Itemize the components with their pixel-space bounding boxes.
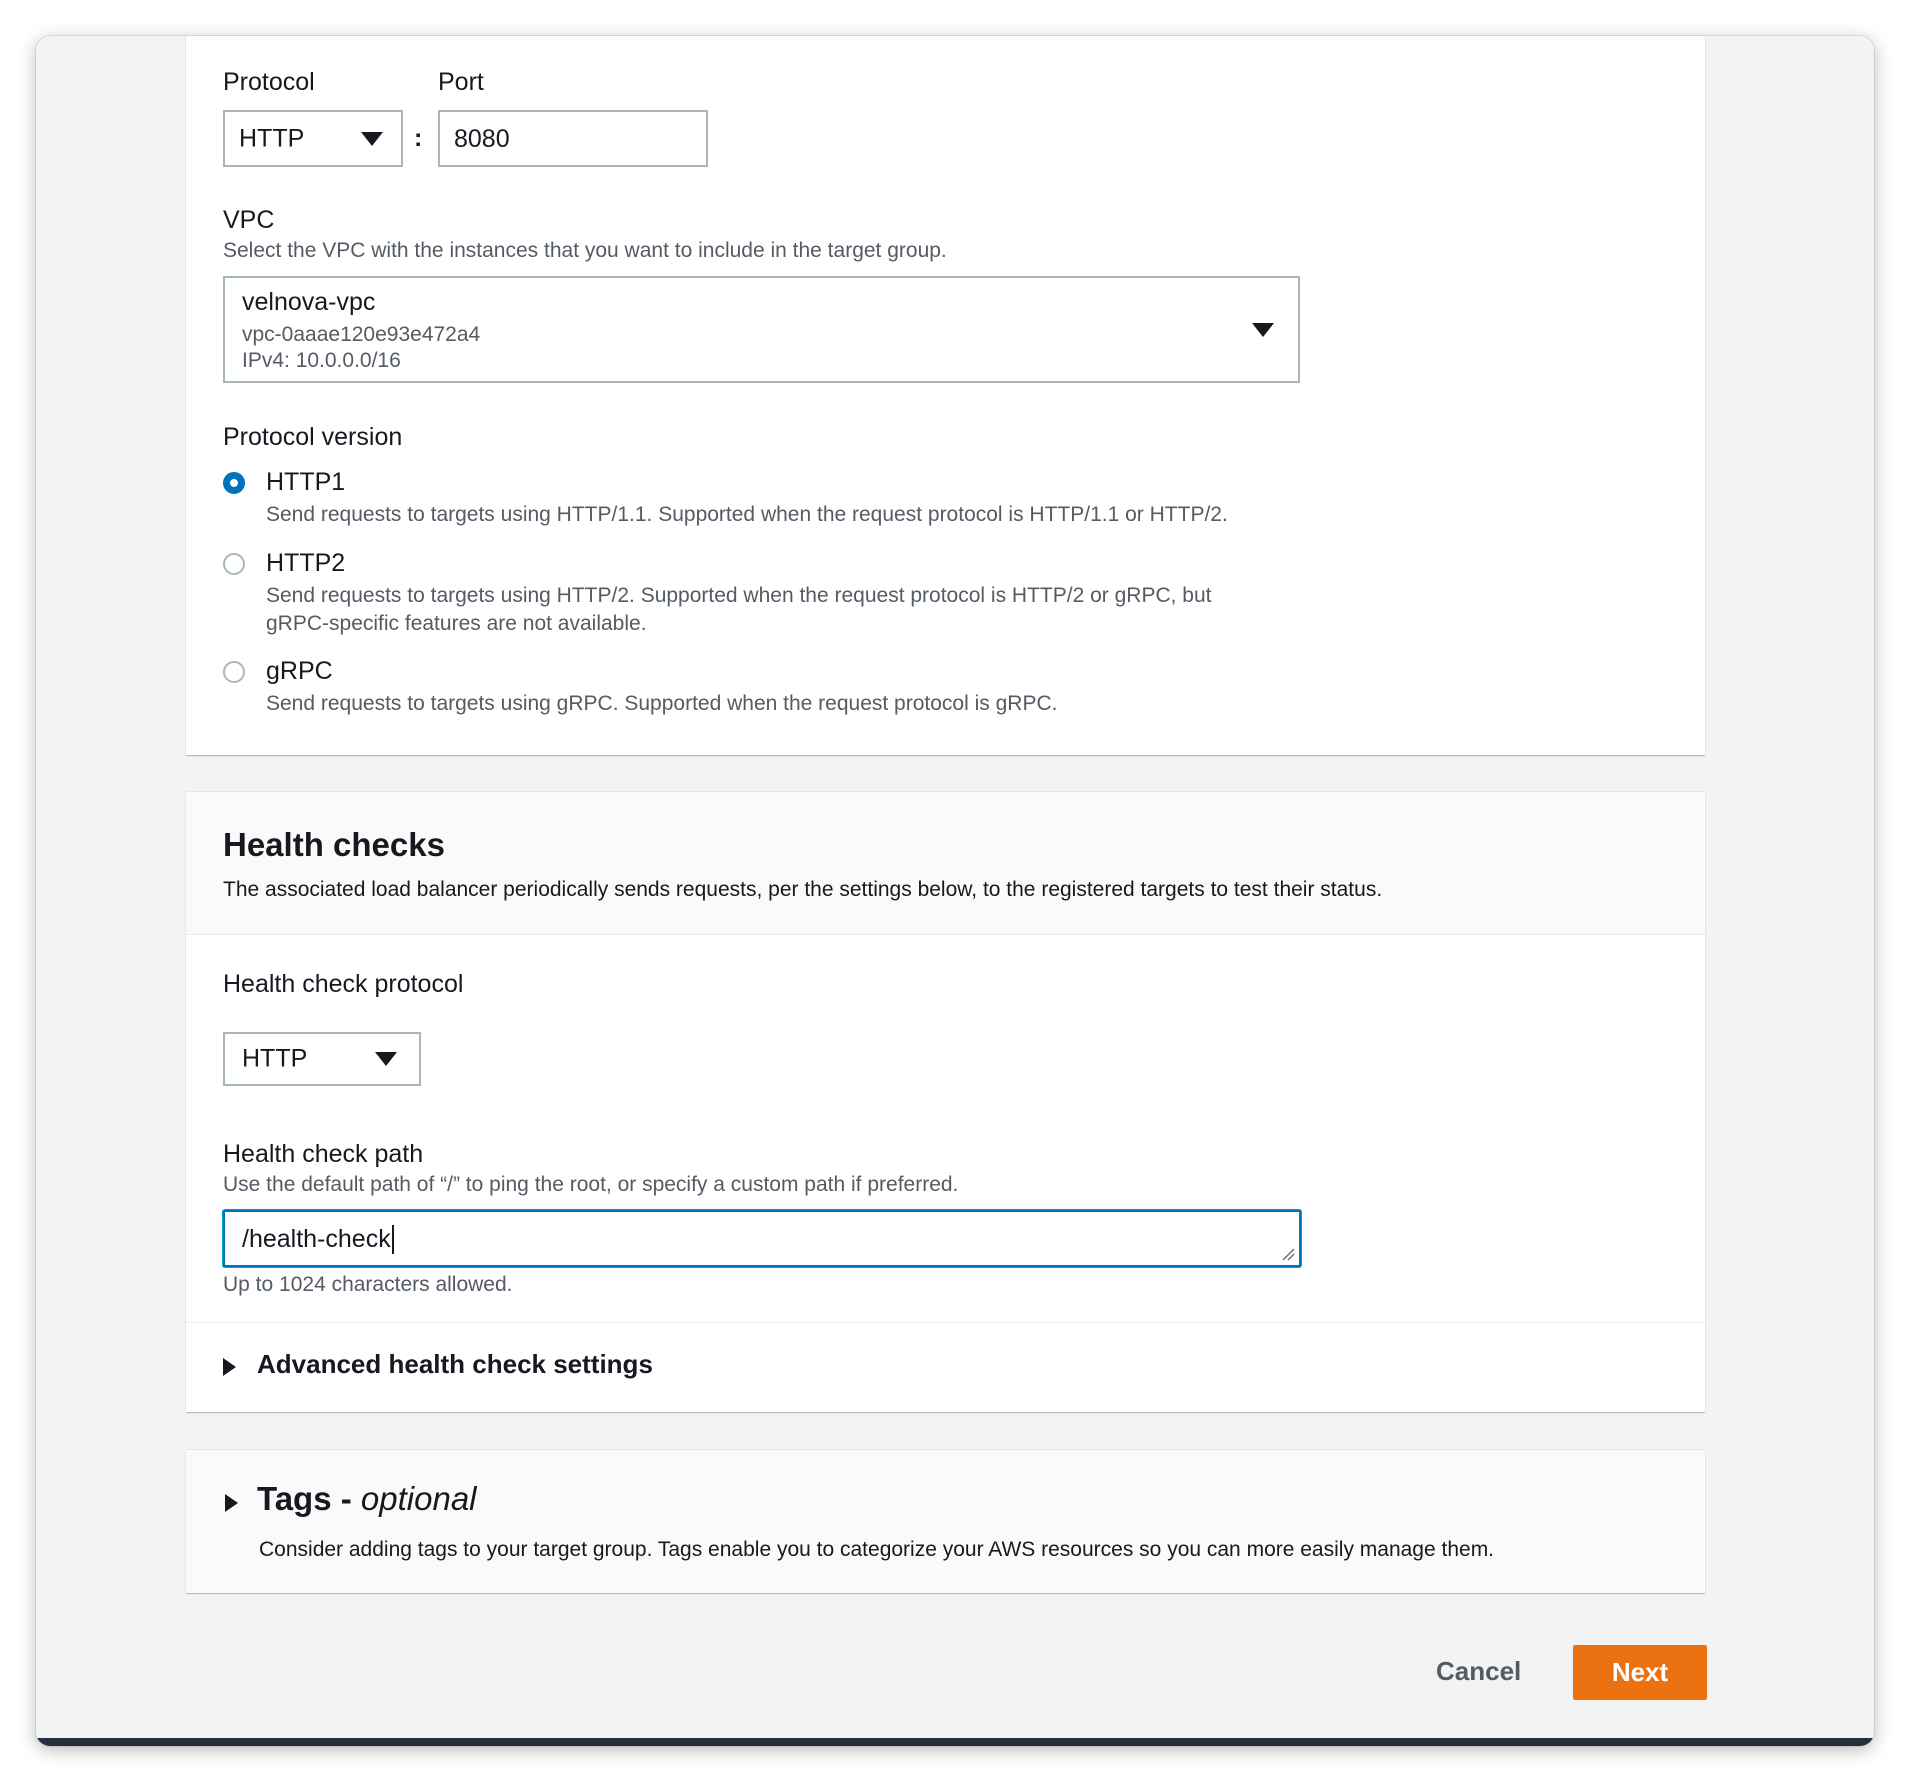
radio-grpc-description: Send requests to targets using gRPC. Sup… — [266, 692, 1058, 715]
port-label: Port — [438, 68, 484, 96]
tags-description: Consider adding tags to your target grou… — [259, 1538, 1495, 1561]
health-check-path-description: Use the default path of “/” to ping the … — [223, 1173, 959, 1196]
protocol-select-value: HTTP — [239, 124, 305, 152]
tags-title-text: Tags — [257, 1480, 332, 1517]
port-separator: : — [414, 124, 423, 152]
protocol-select[interactable]: HTTP — [223, 110, 403, 167]
vpc-select[interactable]: velnova-vpc vpc-0aaae120e93e472a4 IPv4: … — [223, 276, 1300, 383]
health-check-path-label: Health check path — [223, 1140, 424, 1168]
health-checks-header: Health checks The associated load balanc… — [186, 792, 1705, 935]
advanced-health-check-toggle[interactable]: Advanced health check settings — [223, 1347, 683, 1387]
divider — [186, 1322, 1705, 1323]
health-checks-panel: Health checks The associated load balanc… — [186, 792, 1705, 1412]
protocol-version-label: Protocol version — [223, 423, 403, 451]
tags-panel: Tags - optional Consider adding tags to … — [186, 1450, 1705, 1593]
tags-optional-label: optional — [360, 1480, 477, 1517]
radio-http1-description: Send requests to targets using HTTP/1.1.… — [266, 503, 1228, 526]
vpc-id: vpc-0aaae120e93e472a4 — [242, 323, 481, 346]
tags-title-separator: - — [331, 1480, 361, 1517]
cancel-button[interactable]: Cancel — [1436, 1656, 1521, 1687]
health-checks-title: Health checks — [223, 826, 445, 863]
chevron-down-icon — [375, 1052, 397, 1066]
caret-right-icon — [225, 1494, 238, 1512]
health-check-protocol-select[interactable]: HTTP — [223, 1032, 421, 1086]
health-check-path-constraint: Up to 1024 characters allowed. — [223, 1273, 513, 1296]
target-settings-panel: Protocol Port HTTP : 8080 VPC Select the… — [186, 36, 1705, 755]
chevron-down-icon — [1252, 322, 1274, 337]
radio-http1[interactable] — [223, 472, 245, 494]
next-button[interactable]: Next — [1573, 1645, 1707, 1700]
health-check-protocol-label: Health check protocol — [223, 970, 464, 998]
health-check-path-value: /health-check — [242, 1225, 394, 1254]
caret-right-icon — [223, 1358, 236, 1376]
port-input[interactable]: 8080 — [438, 110, 708, 167]
radio-grpc-label[interactable]: gRPC — [266, 657, 333, 686]
resize-handle-icon[interactable] — [1281, 1247, 1295, 1261]
radio-http1-label[interactable]: HTTP1 — [266, 468, 345, 497]
radio-http2-description: Send requests to targets using HTTP/2. S… — [266, 584, 1212, 607]
chevron-down-icon — [361, 131, 383, 146]
vpc-cidr: IPv4: 10.0.0.0/16 — [242, 349, 401, 372]
tags-title: Tags - optional — [257, 1480, 477, 1518]
health-checks-description: The associated load balancer periodicall… — [223, 878, 1383, 901]
vpc-description: Select the VPC with the instances that y… — [223, 239, 947, 262]
radio-grpc[interactable] — [223, 661, 245, 683]
window-bottom-bar — [36, 1738, 1874, 1746]
port-input-value: 8080 — [454, 125, 510, 153]
health-check-protocol-value: HTTP — [242, 1044, 308, 1073]
vpc-name: velnova-vpc — [242, 288, 376, 316]
radio-http2-label[interactable]: HTTP2 — [266, 549, 345, 578]
radio-http2[interactable] — [223, 553, 245, 575]
tags-toggle[interactable]: Tags - optional — [223, 1480, 523, 1526]
advanced-health-check-label: Advanced health check settings — [257, 1349, 653, 1379]
radio-http2-description-line2: gRPC-specific features are not available… — [266, 612, 647, 635]
protocol-label: Protocol — [223, 68, 315, 96]
browser-window: Protocol Port HTTP : 8080 VPC Select the… — [36, 36, 1874, 1746]
health-check-path-input[interactable]: /health-check — [223, 1210, 1301, 1267]
vpc-label: VPC — [223, 206, 275, 234]
